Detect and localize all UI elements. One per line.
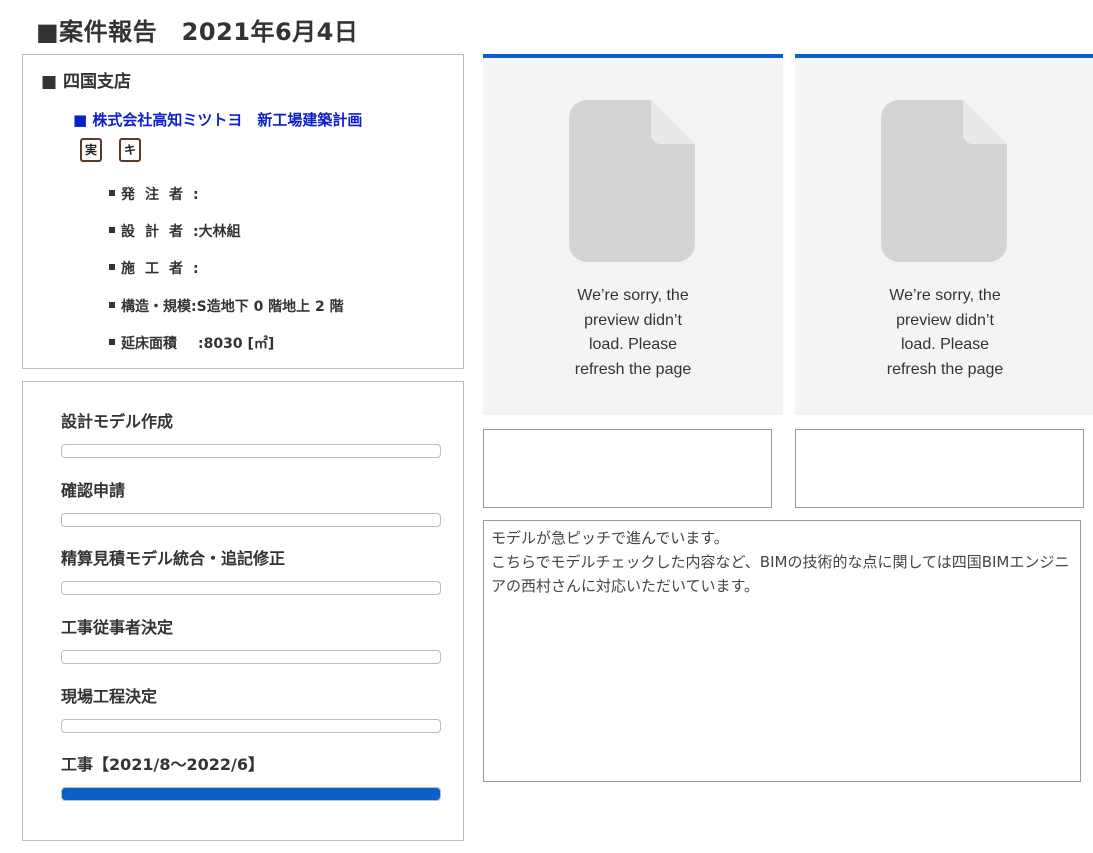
detail-structure: 構造・規模:S造地下 0 階地上 2 階	[109, 296, 344, 316]
detail-label: 延床面積	[121, 336, 177, 352]
progress-bar	[61, 787, 441, 801]
caption-box-1[interactable]	[483, 429, 772, 508]
progress-bar-fill	[62, 788, 440, 800]
bullet-icon	[109, 302, 115, 308]
detail-client: 発注者:	[109, 184, 199, 204]
file-preview-1[interactable]: We’re sorry, the preview didn’t load. Pl…	[483, 54, 783, 415]
step-label: 現場工程決定	[61, 687, 158, 706]
branch-title: ■ 四国支店	[41, 72, 131, 92]
progress-bar	[61, 581, 441, 595]
step-label: 工事【2021/8～2022/6】	[61, 755, 265, 774]
project-info-panel: ■ 四国支店 ■ 株式会社高知ミツトヨ 新工場建築計画 実 キ 発注者: 設計者…	[22, 54, 464, 369]
detail-value: S造地下 0 階地上 2 階	[196, 299, 344, 315]
caption-box-2[interactable]	[795, 429, 1084, 508]
step-label: 工事従事者決定	[61, 618, 174, 637]
detail-value: 大林組	[198, 224, 241, 240]
detail-label: 構造・規模	[121, 299, 191, 315]
file-preview-2[interactable]: We’re sorry, the preview didn’t load. Pl…	[795, 54, 1093, 415]
detail-label: 発注者	[121, 187, 193, 203]
preview-error-message: We’re sorry, the preview didn’t load. Pl…	[886, 287, 1004, 378]
progress-panel: 設計モデル作成 確認申請 精算見積モデル統合・追記修正 工事従事者決定 現場工程…	[22, 381, 464, 841]
detail-label: 設計者	[121, 224, 193, 240]
file-icon	[881, 100, 1007, 262]
bullet-icon	[109, 264, 115, 270]
project-title-link[interactable]: ■ 株式会社高知ミツトヨ 新工場建築計画	[73, 109, 362, 130]
bullet-icon	[109, 190, 115, 196]
detail-value: 8030 [㎡]	[203, 336, 275, 352]
step-label: 精算見積モデル統合・追記修正	[61, 549, 286, 568]
preview-error-message: We’re sorry, the preview didn’t load. Pl…	[574, 287, 692, 378]
bullet-icon	[109, 339, 115, 345]
progress-bar	[61, 513, 441, 527]
tag-jitsu-badge[interactable]: 実	[80, 138, 102, 162]
detail-contractor: 施工者:	[109, 258, 199, 278]
bullet-icon	[109, 227, 115, 233]
detail-floor-area: 延床面積:8030 [㎡]	[109, 333, 274, 353]
tag-ki-badge[interactable]: キ	[119, 138, 141, 162]
file-icon	[569, 100, 695, 262]
page-title: ■案件報告 2021年6月4日	[36, 18, 359, 46]
progress-bar	[61, 650, 441, 664]
progress-bar	[61, 719, 441, 733]
step-label: 確認申請	[61, 481, 126, 500]
detail-label: 施工者	[121, 261, 193, 277]
comment-textarea[interactable]: モデルが急ピッチで進んでいます。 こちらでモデルチェックした内容など、BIMの技…	[483, 520, 1081, 782]
progress-bar	[61, 444, 441, 458]
detail-designer: 設計者:大林組	[109, 221, 241, 241]
step-label: 設計モデル作成	[61, 412, 174, 431]
